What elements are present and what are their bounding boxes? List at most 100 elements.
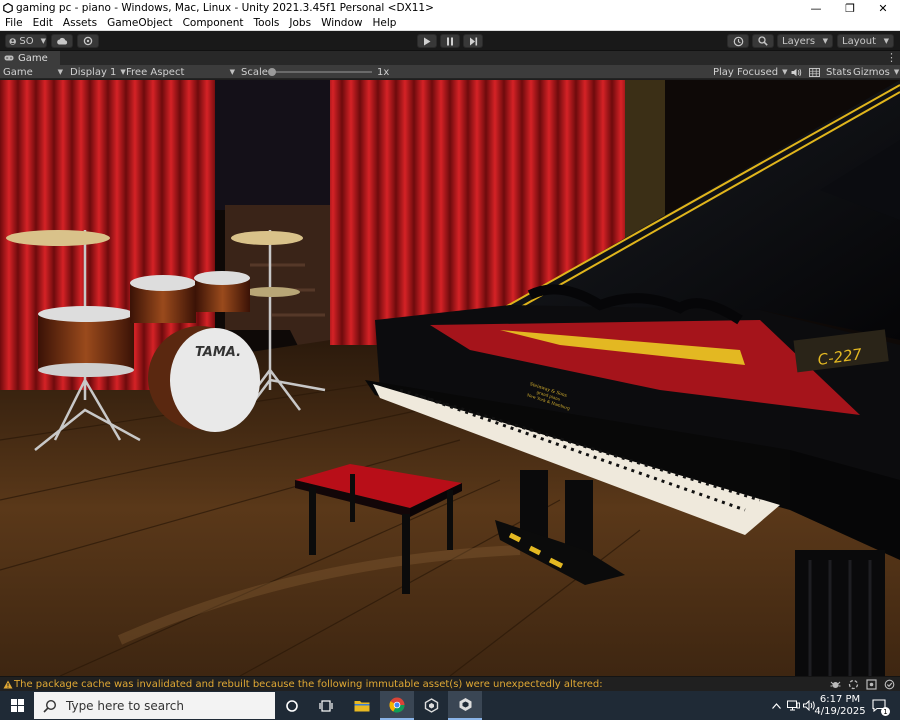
- undo-history-button[interactable]: [727, 34, 749, 48]
- scale-value: 1x: [377, 66, 390, 78]
- search-icon: [758, 36, 768, 46]
- start-button[interactable]: [0, 691, 34, 720]
- network-button[interactable]: [785, 691, 801, 720]
- unity-editor-button[interactable]: [448, 691, 482, 720]
- chevron-down-icon: ▼: [782, 68, 788, 76]
- cloud-icon: [57, 37, 68, 45]
- search-button[interactable]: [752, 34, 774, 48]
- search-placeholder: Type here to search: [66, 698, 184, 713]
- stats-button[interactable]: Stats: [826, 65, 852, 79]
- game-view-toolbar: Game ▼ Display 1 ▼ Free Aspect ▼ Scale 1x P…: [0, 65, 900, 79]
- play-button[interactable]: [417, 34, 437, 48]
- panel-tab-bar: Game ⋮: [0, 51, 900, 65]
- speaker-icon: [791, 68, 802, 76]
- clock-time: 6:17 PM: [819, 693, 861, 705]
- chevron-down-icon: ▼: [883, 37, 889, 45]
- progress-spinner-icon[interactable]: [848, 679, 859, 690]
- layout-dropdown[interactable]: Layout ▼: [837, 34, 894, 48]
- drum-brand-logo: TAMA.: [195, 345, 241, 360]
- menu-file[interactable]: File: [0, 17, 28, 29]
- notification-count-badge: 1: [881, 707, 890, 716]
- chevron-down-icon: ▼: [40, 37, 46, 45]
- close-button[interactable]: ✕: [866, 0, 900, 16]
- minimize-button[interactable]: —: [799, 0, 833, 16]
- chrome-button[interactable]: [380, 691, 414, 720]
- layers-dropdown[interactable]: Layers ▼: [777, 34, 833, 48]
- warning-icon: [3, 680, 13, 689]
- tab-game[interactable]: Game: [0, 51, 60, 65]
- aspect-dropdown[interactable]: Free Aspect ▼: [126, 65, 235, 79]
- scale-slider-handle[interactable]: [268, 68, 276, 76]
- scale-slider-track[interactable]: [268, 71, 372, 73]
- pause-button[interactable]: [440, 34, 460, 48]
- menu-assets[interactable]: Assets: [58, 17, 102, 29]
- display-dropdown[interactable]: Display 1 ▼: [70, 65, 126, 79]
- main-toolbar: SO ▼ Layers ▼ Layout ▼: [0, 31, 900, 51]
- status-message: The package cache was invalidated and re…: [14, 678, 603, 690]
- account-dropdown[interactable]: SO ▼: [5, 34, 47, 48]
- cloud-button[interactable]: [51, 34, 73, 48]
- grid-icon: [809, 67, 820, 77]
- clock-date: 4/19/2025: [814, 705, 866, 717]
- mute-audio-button[interactable]: [791, 65, 802, 79]
- title-bar: gaming pc - piano - Windows, Mac, Linux …: [0, 0, 900, 16]
- windows-logo-icon: [10, 699, 24, 712]
- taskbar-search-box[interactable]: Type here to search: [34, 692, 275, 719]
- menu-jobs[interactable]: Jobs: [284, 17, 316, 29]
- game-mode-dropdown[interactable]: Game ▼: [3, 65, 63, 79]
- unity-logo-icon: [459, 698, 471, 711]
- scene-render: TAMA. C-227 Steinway & Sons grand piano …: [0, 80, 900, 676]
- menu-component[interactable]: Component: [178, 17, 249, 29]
- collab-icon: [83, 36, 93, 46]
- backstage-opening: [215, 80, 330, 210]
- unity-hub-button[interactable]: [414, 691, 448, 720]
- unity-hub-icon: [424, 698, 438, 713]
- search-icon: [43, 699, 57, 713]
- cortana-button[interactable]: [275, 691, 309, 720]
- play-icon: [424, 37, 431, 45]
- step-button[interactable]: [463, 34, 483, 48]
- chevron-down-icon: ▼: [229, 68, 235, 76]
- chevron-down-icon: ▼: [120, 68, 126, 76]
- window-title: gaming pc - piano - Windows, Mac, Linux …: [16, 2, 434, 14]
- gamepad-icon: [4, 55, 14, 61]
- stats-grid-button[interactable]: [809, 65, 820, 79]
- account-icon: [9, 37, 16, 45]
- menu-gameobject[interactable]: GameObject: [102, 17, 177, 29]
- unity-logo-icon: [3, 3, 13, 13]
- chevron-up-icon: [771, 702, 781, 709]
- chrome-icon: [389, 697, 405, 713]
- maximize-button[interactable]: ❐: [833, 0, 867, 16]
- clock[interactable]: 6:17 PM 4/19/2025: [814, 691, 865, 720]
- menu-help[interactable]: Help: [367, 17, 401, 29]
- network-icon: [786, 700, 800, 711]
- pause-icon: [447, 37, 453, 45]
- task-view-button[interactable]: [309, 691, 343, 720]
- collab-button[interactable]: [77, 34, 99, 48]
- gizmos-dropdown[interactable]: Gizmos ▼: [853, 65, 900, 79]
- menu-window[interactable]: Window: [316, 17, 367, 29]
- file-explorer-button[interactable]: [345, 691, 379, 720]
- show-hidden-icons-button[interactable]: [770, 691, 782, 720]
- windows-taskbar: Type here to search 6:17 PM 4/19/2025 1: [0, 691, 900, 720]
- settings-icon[interactable]: [866, 679, 877, 690]
- chevron-down-icon: ▼: [822, 37, 828, 45]
- check-circle-icon[interactable]: [884, 679, 895, 690]
- bug-icon[interactable]: [830, 679, 841, 690]
- menu-tools[interactable]: Tools: [249, 17, 285, 29]
- menu-bar: File Edit Assets GameObject Component To…: [0, 16, 900, 31]
- chevron-down-icon: ▼: [57, 68, 63, 76]
- console-status-bar[interactable]: The package cache was invalidated and re…: [0, 676, 900, 691]
- menu-edit[interactable]: Edit: [28, 17, 58, 29]
- notifications-button[interactable]: 1: [866, 691, 892, 720]
- panel-menu-icon[interactable]: ⋮: [886, 51, 897, 64]
- play-mode-dropdown[interactable]: Play Focused ▼: [713, 65, 788, 79]
- folder-icon: [354, 701, 370, 712]
- task-view-icon: [319, 699, 333, 712]
- history-icon: [733, 36, 743, 46]
- chevron-down-icon: ▼: [893, 68, 900, 76]
- scale-label: Scale: [241, 66, 268, 78]
- step-icon: [469, 37, 477, 45]
- cortana-icon: [286, 699, 298, 712]
- game-viewport[interactable]: TAMA. C-227 Steinway & Sons grand piano …: [0, 80, 900, 676]
